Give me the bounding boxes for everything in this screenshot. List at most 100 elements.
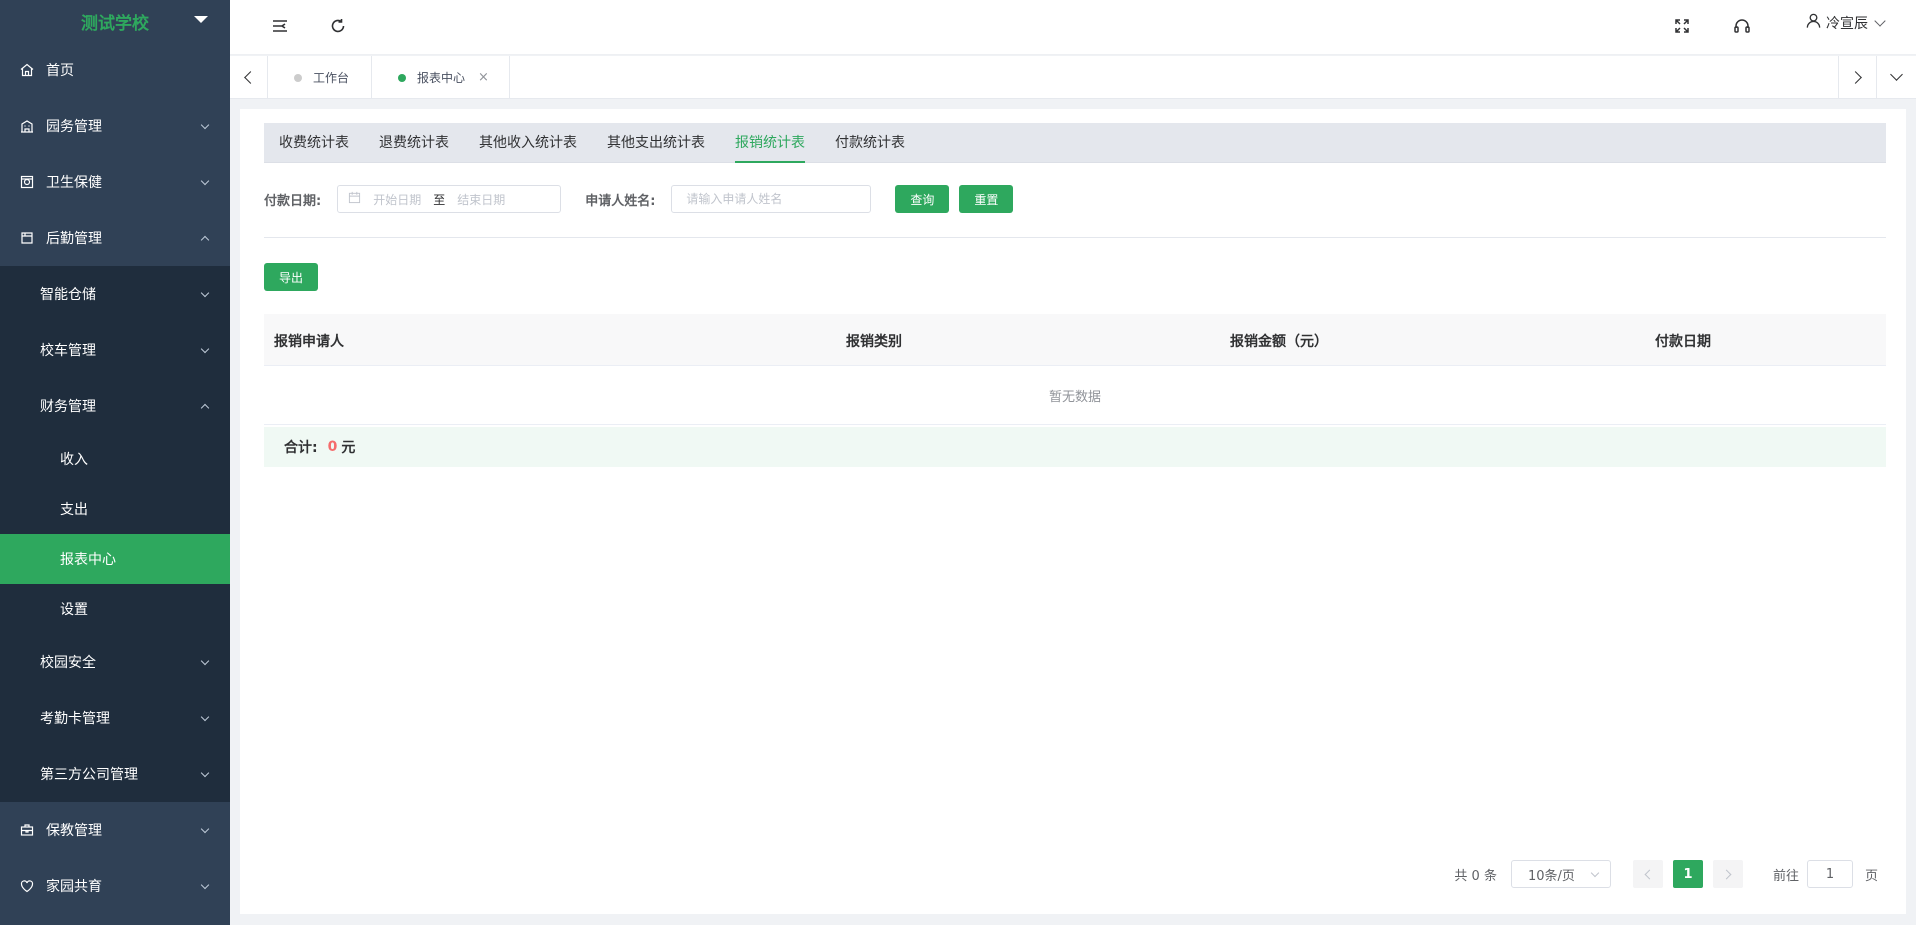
user-icon — [1805, 12, 1826, 33]
summary-unit: 元 — [341, 440, 356, 456]
user-menu[interactable]: 冷宣辰 — [1805, 12, 1886, 33]
leaf-item-expense[interactable]: 支出 — [0, 484, 230, 534]
close-icon[interactable]: × — [478, 70, 489, 85]
payment-date-range-picker[interactable]: 开始日期 至 结束日期 — [337, 185, 562, 213]
collapse-menu-icon[interactable] — [268, 14, 292, 38]
heart-icon — [18, 877, 36, 895]
chevron-up-icon — [200, 235, 210, 245]
chevron-down-icon — [200, 712, 210, 722]
tag-label: 工作台 — [313, 71, 350, 85]
tag-workbench[interactable]: 工作台 — [268, 56, 373, 99]
logistics-icon — [18, 229, 36, 247]
menu-item-health[interactable]: 卫生保健 — [0, 154, 230, 210]
menu-label: 保教管理 — [46, 823, 102, 839]
menu-item-affairs[interactable]: 园务管理 — [0, 98, 230, 154]
tags-view: 工作台 报表中心 × — [230, 56, 1916, 99]
chevron-down-icon — [200, 880, 210, 890]
goto-label: 前往 — [1772, 868, 1799, 884]
menu-item-home[interactable]: 首页 — [0, 42, 230, 98]
leaf-item-income[interactable]: 收入 — [0, 434, 230, 484]
tab-refund-stats[interactable]: 退费统计表 — [364, 123, 464, 163]
chevron-right-icon — [1849, 71, 1862, 84]
end-date-placeholder: 结束日期 — [457, 192, 506, 207]
export-button[interactable]: 导出 — [264, 263, 319, 291]
caret-down-icon — [194, 16, 208, 23]
menu-label: 园务管理 — [46, 119, 102, 135]
prev-page-button[interactable] — [1632, 860, 1663, 888]
reset-button[interactable]: 重置 — [959, 185, 1014, 213]
school-switcher[interactable]: 测试学校 — [0, 0, 230, 42]
submenu-item-finance[interactable]: 财务管理 — [0, 378, 230, 434]
summary-label: 合计: — [284, 440, 318, 456]
query-button[interactable]: 查询 — [895, 185, 950, 213]
calendar-icon — [348, 191, 373, 207]
briefcase-icon — [18, 821, 36, 839]
chevron-up-icon — [200, 403, 210, 413]
chevron-down-icon — [200, 120, 210, 130]
submenu-label: 第三方公司管理 — [40, 767, 138, 783]
tag-dot-icon — [398, 73, 406, 82]
chevron-down-icon — [200, 344, 210, 354]
home-icon — [18, 61, 36, 79]
menu-item-logistics[interactable]: 后勤管理 — [0, 210, 230, 266]
column-header: 付款日期 — [1655, 334, 1711, 350]
tag-dot-icon — [294, 73, 302, 82]
menu-label: 卫生保健 — [46, 175, 102, 191]
column-header: 报销金额（元） — [1230, 334, 1328, 350]
tags-scroll-left-button[interactable] — [230, 56, 268, 99]
divider — [264, 237, 1886, 238]
submenu-item-bus[interactable]: 校车管理 — [0, 322, 230, 378]
pagination: 共 0 条 10条/页 1 前往 页 — [1454, 860, 1878, 888]
chevron-down-icon — [200, 824, 210, 834]
page-number-button[interactable]: 1 — [1672, 860, 1703, 888]
chevron-down-icon — [200, 288, 210, 298]
page-size-select[interactable]: 10条/页 — [1510, 860, 1611, 888]
tab-charge-stats[interactable]: 收费统计表 — [264, 123, 364, 163]
filter-form: 付款日期: 开始日期 至 结束日期 申请人姓名: 查询 重置 — [264, 185, 1014, 213]
menu-item-education[interactable]: 保教管理 — [0, 802, 230, 858]
submenu-label: 财务管理 — [40, 399, 96, 415]
tab-other-income-stats[interactable]: 其他收入统计表 — [464, 123, 592, 163]
tab-reimbursement-stats[interactable]: 报销统计表 — [720, 123, 820, 163]
summary-value: 0 — [327, 439, 338, 455]
submenu-item-safety[interactable]: 校园安全 — [0, 634, 230, 690]
leaf-item-report-center[interactable]: 报表中心 — [0, 534, 230, 584]
submenu-item-attendance[interactable]: 考勤卡管理 — [0, 690, 230, 746]
fullscreen-icon[interactable] — [1670, 14, 1694, 38]
menu-item-home-school[interactable]: 家园共育 — [0, 858, 230, 914]
applicant-name-input[interactable] — [671, 185, 872, 213]
chevron-left-icon — [1644, 869, 1655, 879]
tab-payment-stats[interactable]: 付款统计表 — [820, 123, 920, 163]
chevron-down-icon — [1590, 868, 1600, 878]
top-navbar: 冷宣辰 — [230, 0, 1916, 55]
goto-page-input[interactable] — [1806, 860, 1853, 888]
date-separator: 至 — [433, 192, 446, 207]
headset-icon[interactable] — [1730, 14, 1754, 38]
tag-label: 报表中心 — [417, 71, 466, 85]
chevron-down-icon — [200, 768, 210, 778]
chevron-down-icon — [200, 656, 210, 666]
submenu-label: 校车管理 — [40, 343, 96, 359]
report-tabs: 收费统计表 退费统计表 其他收入统计表 其他支出统计表 报销统计表 付款统计表 — [264, 123, 1886, 163]
tags-more-button[interactable] — [1876, 56, 1916, 99]
refresh-icon[interactable] — [326, 14, 350, 38]
tags-scroll-right-button[interactable] — [1838, 56, 1876, 99]
logistics-submenu: 智能仓储 校车管理 财务管理 收入 支出 报表中心 设置 校园安全 考勤卡管理 … — [0, 266, 230, 802]
applicant-name-label: 申请人姓名: — [585, 193, 656, 209]
leaf-item-settings[interactable]: 设置 — [0, 584, 230, 634]
page-size-value: 10条/页 — [1527, 868, 1575, 884]
chevron-down-icon — [200, 176, 210, 186]
health-icon — [18, 173, 36, 191]
submenu-label: 校园安全 — [40, 655, 96, 671]
tab-other-expense-stats[interactable]: 其他支出统计表 — [592, 123, 720, 163]
reimbursement-table: 报销申请人 报销类别 报销金额（元） 付款日期 暂无数据 — [264, 314, 1886, 425]
menu-label: 首页 — [46, 63, 74, 79]
chevron-right-icon — [1721, 869, 1732, 879]
submenu-item-storage[interactable]: 智能仓储 — [0, 266, 230, 322]
school-name: 测试学校 — [81, 13, 149, 34]
next-page-button[interactable] — [1712, 860, 1743, 888]
empty-table-text: 暂无数据 — [264, 366, 1886, 425]
submenu-item-third-party[interactable]: 第三方公司管理 — [0, 746, 230, 802]
column-header: 报销类别 — [846, 334, 902, 350]
tag-report-center[interactable]: 报表中心 × — [372, 56, 510, 99]
